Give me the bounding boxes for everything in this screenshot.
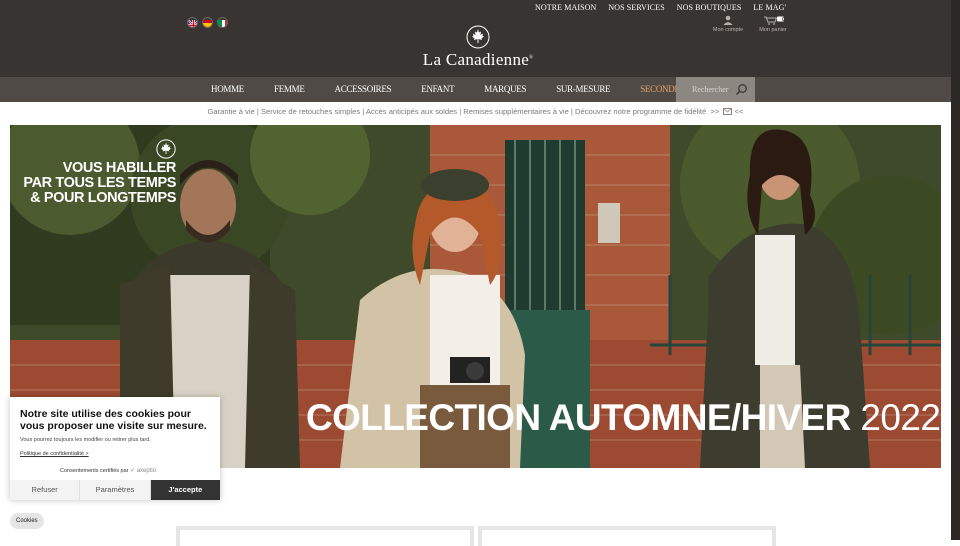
privacy-policy-link[interactable]: Politique de confidentialité >	[20, 451, 89, 457]
nav-item-enfant[interactable]: ENFANT	[406, 77, 469, 102]
search-input[interactable]	[676, 77, 734, 102]
product-card[interactable]	[176, 526, 474, 546]
account-label: Mon compte	[712, 27, 744, 33]
site-header: NOTRE MAISON NOS SERVICES NOS BOUTIQUES …	[0, 0, 960, 77]
main-nav: HOMME FEMME ACCESSOIRES ENFANT MARQUES S…	[0, 77, 951, 102]
italy-flag-icon[interactable]	[217, 17, 228, 28]
maple-leaf-icon	[156, 139, 176, 159]
cart-label: Mon panier	[759, 27, 787, 33]
benefits-text: Garantie à vie | Service de retouches si…	[207, 107, 707, 116]
cookie-subtitle: Vous pourrez toujours les modifier ou re…	[20, 437, 151, 443]
cart-count: 0	[782, 17, 785, 23]
spain-flag-icon[interactable]	[202, 17, 213, 28]
top-link-le-mag[interactable]: LE MAG'	[753, 3, 786, 12]
hero-tagline: VOUS HABILLER PAR TOUS LES TEMPS & POUR …	[23, 160, 176, 206]
axeptio-logo: ✓ axeptio	[130, 468, 157, 474]
nav-item-accessoires[interactable]: ACCESSOIRES	[320, 77, 407, 102]
page-scroll-rail	[951, 0, 960, 540]
search-box	[676, 77, 755, 102]
account-link[interactable]: Mon compte	[708, 15, 748, 33]
refuse-button[interactable]: Refuser	[10, 480, 81, 500]
cookie-certification: Consentements certifiés par ✓ axeptio	[60, 468, 157, 474]
loyalty-link[interactable]: >> <<	[711, 107, 744, 116]
search-icon[interactable]	[735, 83, 748, 96]
language-selector	[187, 17, 228, 28]
cookie-title: Notre site utilise des cookies pour vous…	[20, 408, 207, 432]
cart-link[interactable]: 0 Mon panier	[753, 15, 793, 33]
uk-flag-icon[interactable]	[187, 17, 198, 28]
brand-name: La Canadienne®	[422, 50, 534, 69]
settings-button[interactable]: Paramètres	[80, 480, 151, 500]
top-link-nos-boutiques[interactable]: NOS BOUTIQUES	[677, 3, 742, 12]
top-links: NOTRE MAISON NOS SERVICES NOS BOUTIQUES …	[535, 3, 786, 12]
nav-item-marques[interactable]: MARQUES	[469, 77, 541, 102]
brand-logo[interactable]: La Canadienne®	[418, 25, 538, 70]
hero-collection-title: COLLECTION AUTOMNE/HIVER 2022-2023	[306, 397, 941, 438]
mail-icon	[722, 108, 732, 115]
nav-item-femme[interactable]: FEMME	[259, 77, 320, 102]
benefits-strip: Garantie à vie | Service de retouches si…	[0, 107, 951, 116]
nav-item-sur-mesure[interactable]: SUR-MESURE	[541, 77, 625, 102]
nav-item-homme[interactable]: HOMME	[196, 77, 259, 102]
cart-icon	[764, 16, 784, 25]
user-icon	[723, 15, 733, 25]
product-card[interactable]	[478, 526, 776, 546]
accept-button[interactable]: J'accepte	[150, 480, 220, 500]
maple-leaf-icon	[466, 25, 490, 49]
cookie-consent-banner: Notre site utilise des cookies pour vous…	[10, 397, 220, 500]
cookies-settings-button[interactable]: Cookies	[10, 513, 44, 529]
top-link-notre-maison[interactable]: NOTRE MAISON	[535, 3, 596, 12]
top-link-nos-services[interactable]: NOS SERVICES	[608, 3, 664, 12]
